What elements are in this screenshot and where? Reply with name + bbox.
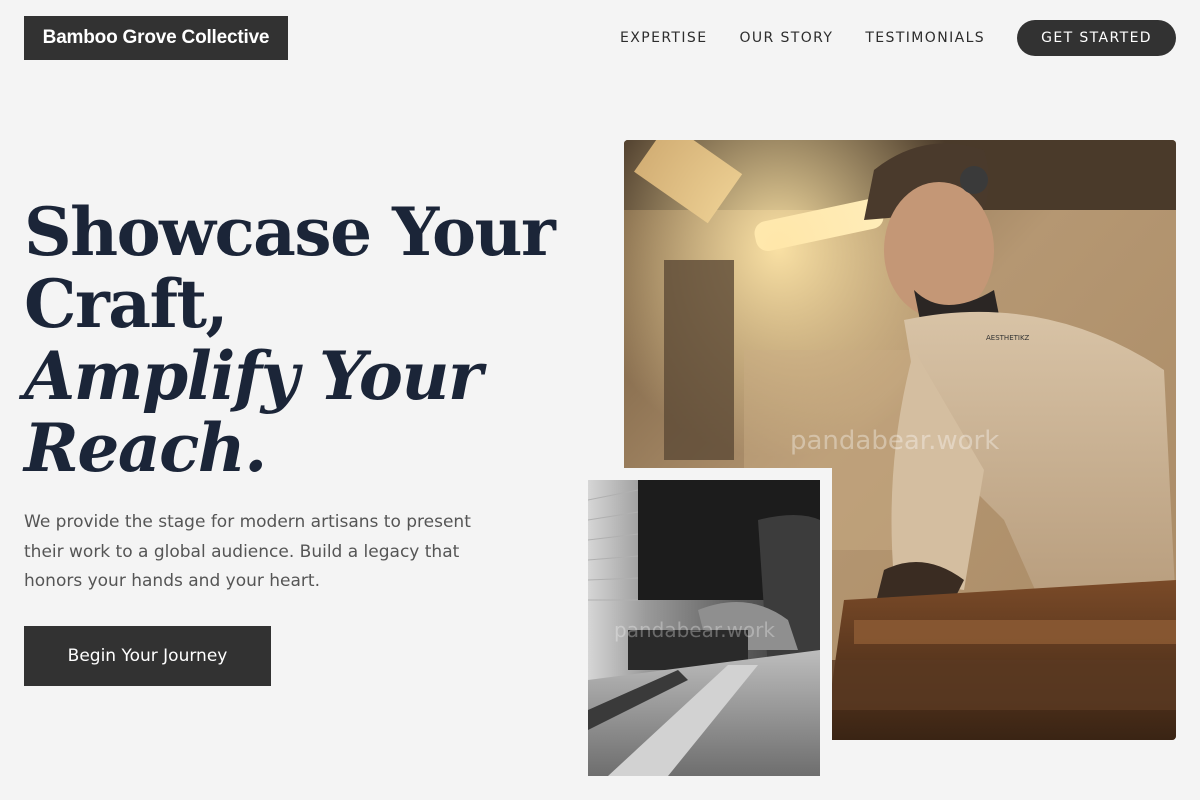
main-photo-watermark: pandabear.work bbox=[790, 426, 1000, 456]
brand-logo[interactable]: Bamboo Grove Collective bbox=[24, 16, 288, 60]
site-header: Bamboo Grove Collective EXPERTISE OUR ST… bbox=[0, 0, 1200, 80]
nav-item-testimonials[interactable]: TESTIMONIALS bbox=[865, 30, 985, 46]
hero-title-line-1: Showcase Your bbox=[24, 193, 556, 271]
hero-title: Showcase Your Craft, Amplify Your Reach. bbox=[24, 196, 584, 484]
nav-item-our-story[interactable]: OUR STORY bbox=[739, 30, 833, 46]
main-nav: EXPERTISE OUR STORY TESTIMONIALS GET STA… bbox=[620, 20, 1176, 56]
hero-title-line-2: Craft, bbox=[24, 265, 228, 343]
svg-text:AESTHETIKZ: AESTHETIKZ bbox=[986, 334, 1030, 342]
hero-description: We provide the stage for modern artisans… bbox=[24, 512, 471, 591]
nav-item-expertise[interactable]: EXPERTISE bbox=[620, 30, 707, 46]
woodworker-bw-photo: pandabear.work bbox=[588, 480, 820, 776]
hero-title-line-4: Reach. bbox=[24, 409, 267, 487]
get-started-button[interactable]: GET STARTED bbox=[1017, 20, 1176, 56]
small-photo-watermark: pandabear.work bbox=[614, 618, 775, 642]
begin-journey-button[interactable]: Begin Your Journey bbox=[24, 626, 271, 686]
hero-title-line-3: Amplify Your bbox=[24, 337, 483, 415]
